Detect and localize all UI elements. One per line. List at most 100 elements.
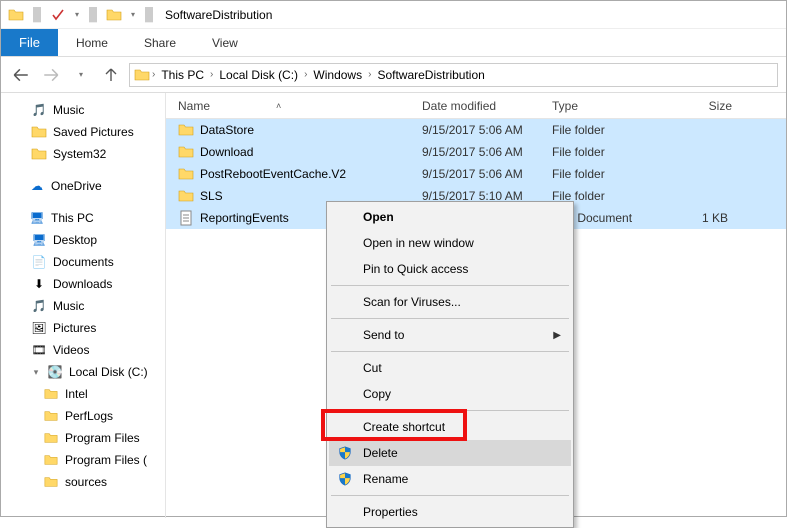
- file-type: File folder: [552, 167, 672, 181]
- file-type: File folder: [552, 145, 672, 159]
- video-icon: 🎞: [31, 342, 47, 358]
- breadcrumb-windows[interactable]: Windows: [309, 68, 366, 82]
- file-name: Download: [200, 145, 253, 159]
- window-title: SoftwareDistribution: [165, 8, 272, 22]
- column-headers: Name˄ Date modified Type Size: [166, 93, 786, 119]
- sidebar-item-pictures[interactable]: 🖼Pictures: [1, 317, 165, 339]
- separator: [331, 495, 569, 496]
- tab-home[interactable]: Home: [58, 29, 126, 56]
- folder-icon: [178, 188, 194, 204]
- sidebar-item-downloads[interactable]: ⬇Downloads: [1, 273, 165, 295]
- ctx-delete[interactable]: Delete: [329, 440, 571, 466]
- separator: [331, 410, 569, 411]
- sidebar-item-programfiles[interactable]: Program Files: [1, 427, 165, 449]
- ctx-rename[interactable]: Rename: [329, 466, 571, 492]
- chevron-right-icon[interactable]: ›: [368, 69, 371, 80]
- music-icon: 🎵: [31, 298, 47, 314]
- column-header-type[interactable]: Type: [552, 99, 672, 113]
- up-button[interactable]: [99, 63, 123, 87]
- folder-icon: [31, 124, 47, 140]
- sidebar-item-intel[interactable]: Intel: [1, 383, 165, 405]
- sidebar-item-music[interactable]: 🎵Music: [1, 99, 165, 121]
- file-row[interactable]: DataStore9/15/2017 5:06 AMFile folder: [166, 119, 786, 141]
- file-name: DataStore: [200, 123, 254, 137]
- folder-up-icon[interactable]: [103, 4, 125, 26]
- folder-icon: [43, 386, 59, 402]
- uac-shield-icon: [337, 471, 353, 487]
- file-row[interactable]: Download 9/15/2017 5:06 AMFile folder: [166, 141, 786, 163]
- breadcrumb-thispc[interactable]: This PC: [157, 68, 208, 82]
- properties-icon[interactable]: [47, 4, 69, 26]
- ctx-cut[interactable]: Cut: [329, 355, 571, 381]
- sidebar-item-system32[interactable]: System32: [1, 143, 165, 165]
- ctx-open[interactable]: Open: [329, 204, 571, 230]
- ctx-properties[interactable]: Properties: [329, 499, 571, 525]
- ctx-copy[interactable]: Copy: [329, 381, 571, 407]
- tab-share[interactable]: Share: [126, 29, 194, 56]
- back-button[interactable]: [9, 63, 33, 87]
- sort-ascending-icon: ˄: [276, 101, 281, 111]
- ctx-scan-viruses[interactable]: Scan for Viruses...: [329, 289, 571, 315]
- music-icon: 🎵: [31, 102, 47, 118]
- file-tab[interactable]: File: [1, 29, 58, 56]
- file-row[interactable]: PostRebootEventCache.V2 9/15/2017 5:06 AM…: [166, 163, 786, 185]
- file-date: 9/15/2017 5:06 AM: [422, 123, 552, 137]
- chevron-right-icon[interactable]: ›: [152, 69, 155, 80]
- context-menu: Open Open in new window Pin to Quick acc…: [326, 201, 574, 528]
- file-name: PostRebootEventCache.V2: [200, 167, 346, 181]
- column-header-size[interactable]: Size: [672, 99, 732, 113]
- download-icon: ⬇: [31, 276, 47, 292]
- qat-dropdown-icon[interactable]: ▾: [127, 4, 139, 26]
- pictures-icon: 🖼: [31, 320, 47, 336]
- sidebar-item-documents[interactable]: 📄Documents: [1, 251, 165, 273]
- address-bar[interactable]: › This PC › Local Disk (C:) › Windows › …: [129, 63, 778, 87]
- drive-icon: 💽: [47, 364, 63, 380]
- folder-icon: [134, 67, 150, 83]
- expander-icon[interactable]: ▾: [31, 367, 41, 378]
- computer-icon: 🖥: [29, 210, 45, 226]
- navigation-pane: 🎵Music Saved Pictures System32 ☁OneDrive…: [1, 93, 166, 518]
- folder-icon: [178, 122, 194, 138]
- file-date: 9/15/2017 5:06 AM: [422, 167, 552, 181]
- separator: [331, 285, 569, 286]
- folder-icon: [31, 146, 47, 162]
- forward-button[interactable]: [39, 63, 63, 87]
- breadcrumb-drive[interactable]: Local Disk (C:): [215, 68, 302, 82]
- folder-icon: [178, 144, 194, 160]
- recent-dropdown[interactable]: ▾: [69, 63, 93, 87]
- folder-icon: [43, 474, 59, 490]
- sidebar-item-saved-pictures[interactable]: Saved Pictures: [1, 121, 165, 143]
- document-icon: 📄: [31, 254, 47, 270]
- separator: [331, 318, 569, 319]
- chevron-right-icon[interactable]: ›: [210, 69, 213, 80]
- sidebar-item-desktop[interactable]: 🖥Desktop: [1, 229, 165, 251]
- ctx-pin-quick-access[interactable]: Pin to Quick access: [329, 256, 571, 282]
- uac-shield-icon: [337, 445, 353, 461]
- sidebar-item-thispc[interactable]: 🖥This PC: [1, 207, 165, 229]
- breadcrumb-current[interactable]: SoftwareDistribution: [373, 68, 488, 82]
- folder-icon: [43, 430, 59, 446]
- sidebar-item-videos[interactable]: 🎞Videos: [1, 339, 165, 361]
- ctx-create-shortcut[interactable]: Create shortcut: [329, 414, 571, 440]
- folder-icon: [43, 452, 59, 468]
- sidebar-item-onedrive[interactable]: ☁OneDrive: [1, 175, 165, 197]
- column-header-name[interactable]: Name˄: [174, 99, 422, 113]
- ribbon-tabs: File Home Share View: [1, 29, 786, 57]
- sidebar-item-music[interactable]: 🎵Music: [1, 295, 165, 317]
- separator: [331, 351, 569, 352]
- sidebar-item-localdisk[interactable]: ▾💽Local Disk (C:): [1, 361, 165, 383]
- sidebar-item-perflogs[interactable]: PerfLogs: [1, 405, 165, 427]
- qat-dropdown-icon[interactable]: ▾: [71, 4, 83, 26]
- ctx-open-new-window[interactable]: Open in new window: [329, 230, 571, 256]
- chevron-right-icon: ▶: [553, 330, 561, 341]
- sidebar-item-programfiles-x86[interactable]: Program Files (: [1, 449, 165, 471]
- sidebar-item-sources[interactable]: sources: [1, 471, 165, 493]
- file-date: 9/15/2017 5:06 AM: [422, 145, 552, 159]
- chevron-right-icon[interactable]: ›: [304, 69, 307, 80]
- tab-view[interactable]: View: [194, 29, 256, 56]
- folder-icon: [178, 166, 194, 182]
- folder-icon[interactable]: [5, 4, 27, 26]
- ctx-send-to[interactable]: Send to▶: [329, 322, 571, 348]
- folder-icon: [43, 408, 59, 424]
- column-header-date[interactable]: Date modified: [422, 99, 552, 113]
